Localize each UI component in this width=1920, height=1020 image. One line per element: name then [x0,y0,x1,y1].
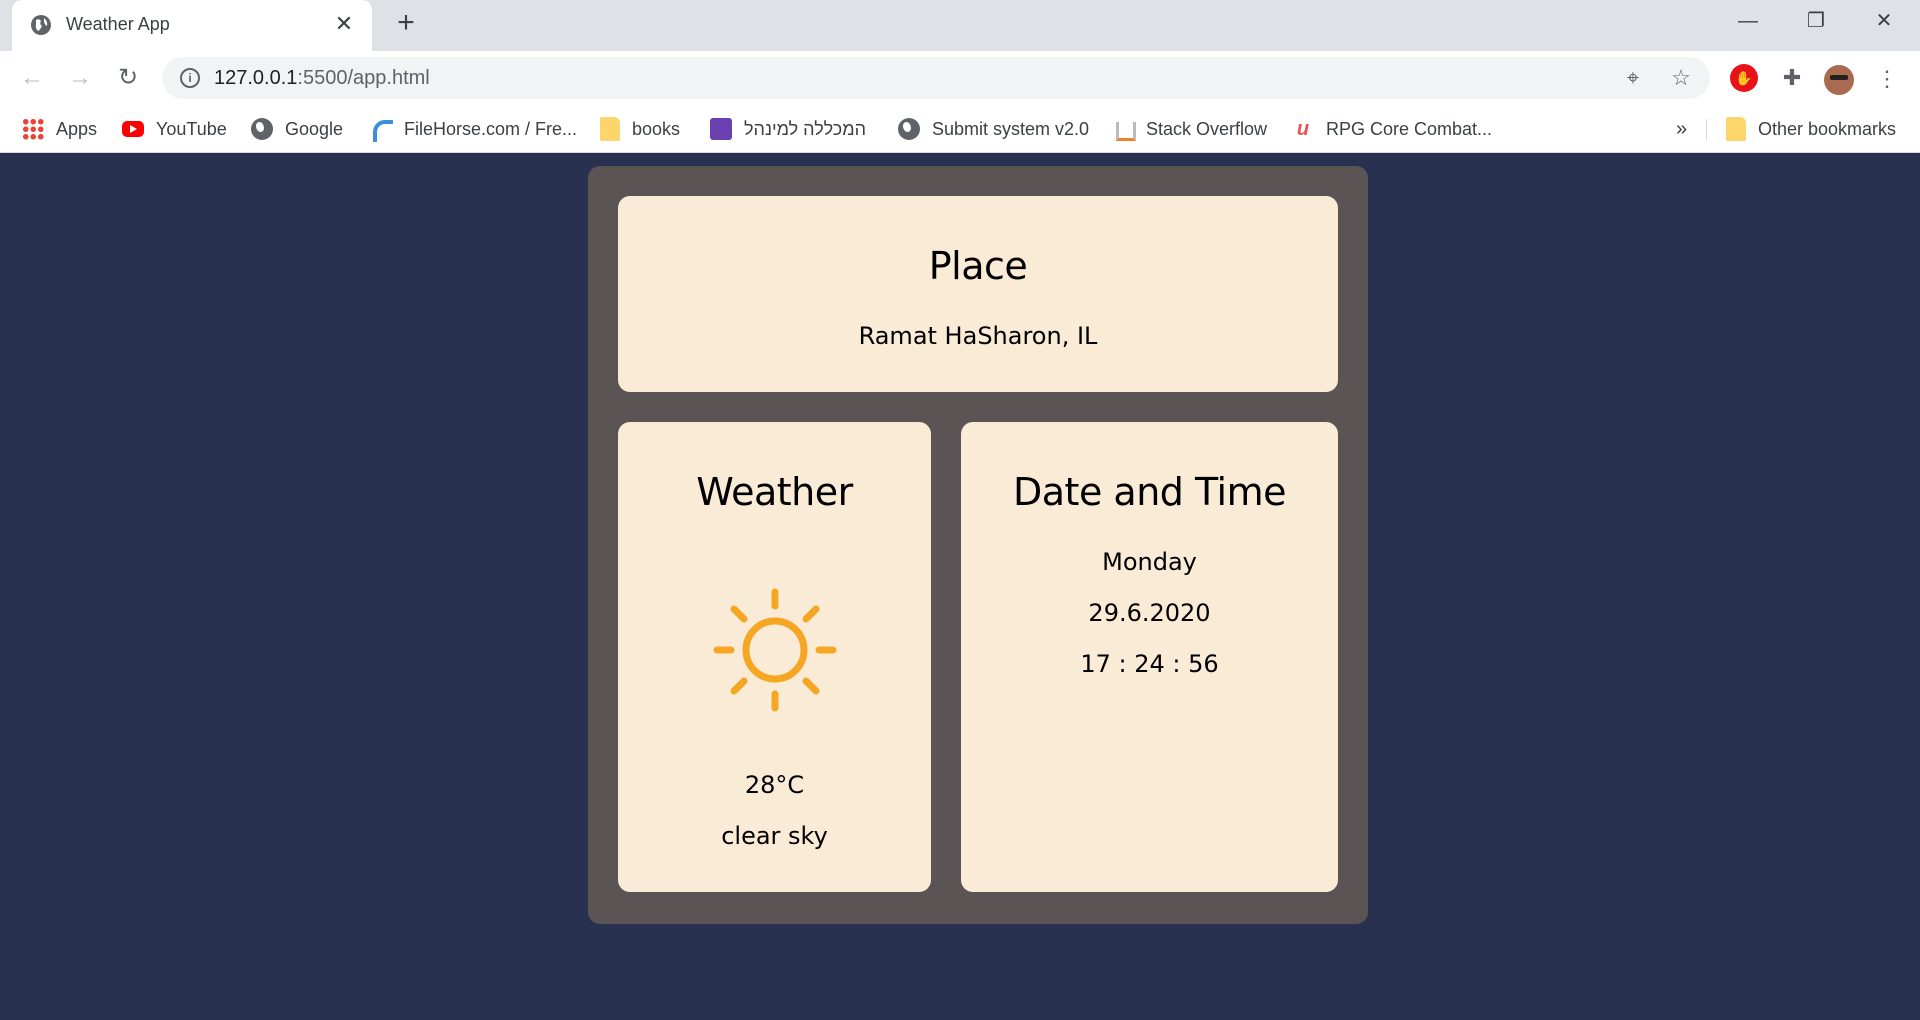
adblock-extension-icon[interactable]: ✋ [1730,64,1758,92]
datetime-title: Date and Time [1013,470,1286,514]
reload-button[interactable]: ↻ [112,62,144,94]
bookmark-google[interactable]: Google [251,114,343,144]
other-bookmarks[interactable]: Other bookmarks [1726,114,1896,144]
bookmark-label: RPG Core Combat... [1326,118,1493,139]
bookmarks-overflow-button[interactable]: » [1676,114,1687,144]
place-card: Place Ramat HaSharon, IL [618,196,1338,392]
browser-toolbar: ← → ↻ i 127.0.0.1:5500/app.html ⌖ ☆ ✋ ✚ … [0,51,1920,105]
tab-close-icon[interactable]: ✕ [332,12,356,36]
globe-icon [898,118,920,140]
extensions-puzzle-icon[interactable]: ✚ [1778,64,1806,92]
weather-temperature: 28°C [744,771,805,799]
tab-title: Weather App [66,14,170,34]
datetime-date: 29.6.2020 [1088,599,1211,627]
bookmark-stack-overflow[interactable]: Stack Overflow [1112,114,1267,144]
browser-titlebar: Weather App ✕ + — ❐ ✕ [0,0,1920,51]
bookmark-college[interactable]: המכללה למינהל [710,114,866,144]
bookmark-label: FileHorse.com / Fre... [404,118,578,139]
forward-button[interactable]: → [64,62,96,94]
weather-title: Weather [696,470,853,514]
bookmark-label: books [632,118,681,139]
bookmark-label: Submit system v2.0 [932,118,1090,139]
place-value: Ramat HaSharon, IL [858,322,1098,350]
bookmark-label: Stack Overflow [1146,118,1268,139]
close-window-button[interactable]: ✕ [1864,6,1904,36]
place-title: Place [928,244,1028,288]
tab-weather-app[interactable]: Weather App ✕ [12,0,372,51]
bookmark-rpg-core[interactable]: u RPG Core Combat... [1292,114,1492,144]
location-icon[interactable]: ⌖ [1620,65,1646,91]
datetime-card: Date and Time Monday 29.6.2020 17 : 24 :… [961,422,1338,892]
url-host: 127.0.0.1 [214,67,298,89]
sun-icon [713,588,837,712]
back-button[interactable]: ← [16,62,48,94]
filehorse-icon [370,118,393,142]
bookmark-filehorse[interactable]: FileHorse.com / Fre... [370,114,577,144]
page-viewport: Place Ramat HaSharon, IL Weather 28°C cl… [0,154,1920,1020]
datetime-time: 17 : 24 : 56 [1080,650,1219,678]
bookmark-label: המכללה למינהל [744,118,866,139]
weather-app-container: Place Ramat HaSharon, IL Weather 28°C cl… [588,166,1368,924]
site-info-icon[interactable]: i [180,68,200,88]
weather-card: Weather 28°C clear sky [618,422,931,892]
bookmark-youtube[interactable]: YouTube [122,114,227,144]
browser-menu-icon[interactable]: ⋮ [1876,65,1898,93]
bookmark-label: Apps [56,118,98,139]
address-bar[interactable]: i 127.0.0.1:5500/app.html ⌖ ☆ [162,57,1710,99]
udemy-icon: u [1296,118,1310,140]
folder-icon [1726,117,1746,141]
restore-button[interactable]: ❐ [1796,6,1836,36]
bookmark-label: YouTube [156,118,227,139]
college-icon [710,118,732,140]
minimize-button[interactable]: — [1728,6,1768,36]
globe-icon [251,118,273,140]
bookmark-apps[interactable]: Apps [22,114,97,144]
bookmark-label: Google [285,118,344,139]
new-tab-button[interactable]: + [392,8,420,38]
folder-icon [600,117,620,141]
weather-description: clear sky [721,822,828,850]
datetime-day: Monday [1102,548,1197,576]
bookmark-label: Other bookmarks [1758,118,1897,139]
bookmark-star-icon[interactable]: ☆ [1668,65,1694,91]
bookmark-books[interactable]: books [600,114,680,144]
apps-grid-icon [22,118,44,140]
stackoverflow-icon [1112,118,1136,141]
bookmarks-bar: Apps YouTube Google FileHorse.com / Fre.… [0,105,1920,153]
globe-icon [31,15,51,35]
url-text[interactable]: 127.0.0.1:5500/app.html [214,67,430,90]
bookmark-submit-system[interactable]: Submit system v2.0 [898,114,1089,144]
youtube-icon [122,121,144,137]
bookmarks-divider [1706,119,1707,141]
url-path: :5500/app.html [297,67,430,89]
profile-avatar[interactable] [1824,65,1854,95]
